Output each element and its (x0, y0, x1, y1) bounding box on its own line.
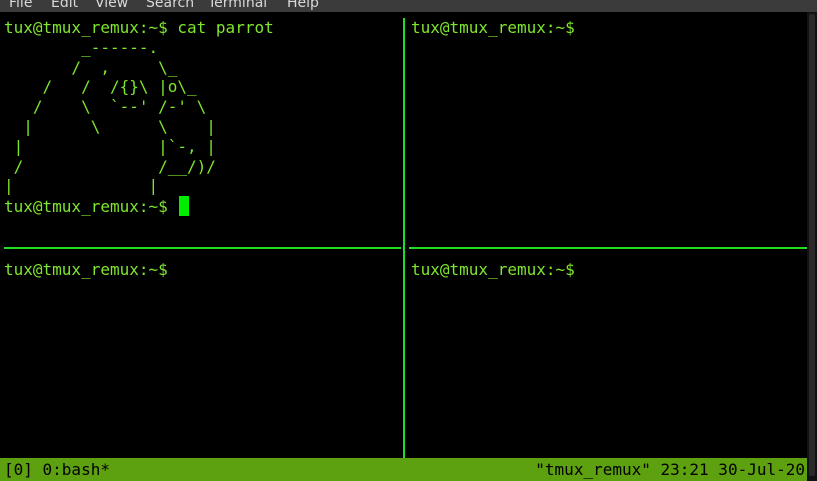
pane-top-left[interactable]: tux@tmux_remux:~$ cat parrot _------. / … (4, 18, 400, 244)
text-cursor (179, 196, 190, 217)
prompt: tux@tmux_remux:~$ (411, 18, 575, 37)
menu-file[interactable]: File (9, 0, 32, 10)
pane-bottom-right[interactable]: tux@tmux_remux:~$ (411, 260, 807, 458)
prompt: tux@tmux_remux:~$ (411, 260, 575, 279)
prompt-line: tux@tmux_remux:~$ (4, 196, 400, 217)
pane-top-right[interactable]: tux@tmux_remux:~$ (411, 18, 807, 244)
menu-edit[interactable]: Edit (51, 0, 78, 10)
status-session-clock: "tmux_remux" 23:21 30-Jul-20 (535, 460, 805, 479)
command-line: tux@tmux_remux:~$ cat parrot (4, 18, 274, 37)
horizontal-pane-divider-left[interactable] (4, 247, 401, 249)
menu-help[interactable]: Help (287, 0, 319, 10)
status-window-list: [0] 0:bash* (4, 460, 110, 479)
scrollbar[interactable] (807, 12, 817, 481)
terminal-area[interactable]: tux@tmux_remux:~$ cat parrot _------. / … (0, 12, 807, 481)
prompt: tux@tmux_remux:~$ (4, 260, 168, 279)
vertical-pane-divider[interactable] (403, 18, 405, 458)
menu-bar: File Edit View Search Terminal Help (0, 0, 817, 12)
horizontal-pane-divider-right[interactable] (409, 247, 807, 249)
parrot-ascii-art: _------. / , \_ / / /{}\ |o\_ / \ `--' /… (4, 37, 216, 196)
tmux-status-bar: [0] 0:bash* "tmux_remux" 23:21 30-Jul-20 (0, 458, 807, 481)
pane-bottom-left[interactable]: tux@tmux_remux:~$ (4, 260, 400, 458)
menu-terminal[interactable]: Terminal (208, 0, 267, 10)
menu-view[interactable]: View (95, 0, 128, 10)
scrollbar-thumb[interactable] (809, 14, 815, 476)
prompt: tux@tmux_remux:~$ (4, 197, 178, 217)
menu-search[interactable]: Search (146, 0, 194, 10)
